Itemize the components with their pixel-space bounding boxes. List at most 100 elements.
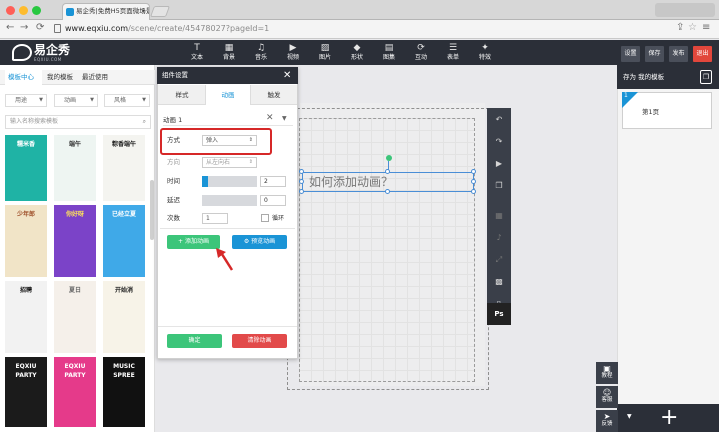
rotate-handle[interactable]	[386, 155, 392, 161]
table-icon[interactable]: ▩	[487, 271, 511, 293]
template-thumbnail[interactable]: 开始消	[103, 281, 145, 353]
time-label: 时间	[167, 177, 180, 185]
undo-icon[interactable]: ↶	[487, 109, 511, 131]
copy-icon[interactable]: ❐	[700, 70, 712, 84]
customer-service-button[interactable]: ☺ 客服	[596, 386, 618, 408]
tool-form-button[interactable]: ☰ 表单	[438, 42, 468, 62]
delete-animation-icon[interactable]: ✕	[266, 113, 274, 123]
resize-handle[interactable]	[299, 169, 304, 174]
publish-button[interactable]: 发布	[669, 46, 688, 62]
tab-style[interactable]: 样式	[159, 85, 205, 105]
tab-trigger[interactable]: 触发	[251, 85, 297, 105]
feedback-button[interactable]: ➤ 反馈	[596, 410, 618, 432]
back-icon[interactable]: ←	[6, 22, 14, 34]
resize-icon[interactable]: ⤢	[487, 249, 511, 271]
resize-handle[interactable]	[385, 189, 390, 194]
delay-slider[interactable]	[202, 195, 257, 206]
browser-profile[interactable]	[655, 3, 715, 17]
tool-interact-button[interactable]: ⟳ 互动	[406, 42, 436, 62]
template-thumbnail[interactable]: 少年郎	[5, 205, 47, 277]
tab-my-templates[interactable]: 我的模板	[47, 73, 73, 82]
tool-video-label: 视频	[286, 54, 299, 61]
tool-shape-button[interactable]: ◆ 形状	[342, 42, 372, 62]
resize-handle[interactable]	[471, 169, 476, 174]
search-icon[interactable]: ⌕	[143, 116, 146, 128]
template-thumbnail[interactable]: 夏日	[54, 281, 96, 353]
filter-animation-select[interactable]: 动画 ▼	[54, 94, 98, 107]
template-thumbnail[interactable]: 粽香端午	[103, 135, 145, 201]
maximize-window-button[interactable]	[32, 6, 41, 15]
mode-select[interactable]: 弹入 ⇕	[202, 135, 257, 146]
tool-image-button[interactable]: ▨ 图片	[310, 42, 340, 62]
tab-template-center[interactable]: 模板中心	[8, 73, 34, 82]
template-thumbnail[interactable]: EQXIU PARTY	[54, 357, 96, 427]
template-scrollbar[interactable]	[150, 180, 154, 240]
loop-label: 循环	[272, 215, 285, 222]
collapse-icon[interactable]: ▼	[282, 115, 287, 122]
count-input[interactable]: 1	[202, 213, 228, 224]
tool-music-button[interactable]: ♫ 音乐	[246, 42, 276, 62]
settings-button[interactable]: 设置	[621, 46, 640, 62]
address-path: /scene/create/45478027?pageId=1	[128, 24, 270, 33]
tool-video-button[interactable]: ▶ 视频	[278, 42, 308, 62]
delay-input[interactable]: 0	[260, 195, 286, 206]
tool-gallery-button[interactable]: ▤ 图集	[374, 42, 404, 62]
address-bar[interactable]: www.eqxiu.com/scene/create/45478027?page…	[65, 22, 269, 36]
add-animation-button[interactable]: + 添加动画	[167, 235, 220, 249]
template-thumbnail[interactable]: 糯米香	[5, 135, 47, 201]
resize-handle[interactable]	[471, 179, 476, 184]
resize-handle[interactable]	[471, 189, 476, 194]
play-icon[interactable]: ▶	[487, 153, 511, 175]
tab-close-icon[interactable]: ×	[141, 4, 146, 19]
tool-text-button[interactable]: T 文本	[182, 42, 212, 62]
filter-style-select[interactable]: 风格 ▼	[104, 94, 150, 107]
template-thumbnail[interactable]: 已经立夏	[103, 205, 145, 277]
chevron-down-icon[interactable]: ▼	[627, 413, 632, 420]
tab-animation[interactable]: 动画	[205, 85, 251, 105]
delay-label: 延迟	[167, 196, 180, 204]
loop-checkbox[interactable]	[261, 214, 269, 222]
clear-animation-button[interactable]: 清除动画	[232, 334, 287, 348]
time-slider[interactable]	[202, 176, 257, 187]
photoshop-import-button[interactable]: Ps	[487, 303, 511, 325]
browser-tab[interactable]: 易企秀|免费H5页面微场景制 ×	[62, 3, 150, 20]
resize-handle[interactable]	[299, 179, 304, 184]
template-thumbnail[interactable]: 你好呀	[54, 205, 96, 277]
reload-icon[interactable]: ⟳	[36, 22, 44, 34]
tool-gallery-label: 图集	[382, 54, 395, 61]
preview-animation-button[interactable]: ⚙ 预览动画	[232, 235, 287, 249]
share-icon[interactable]: ⇪	[676, 22, 684, 34]
time-input[interactable]: 2	[260, 176, 286, 187]
tutorial-button[interactable]: ▣ 教程	[596, 362, 618, 384]
tab-recent[interactable]: 最近使用	[82, 73, 108, 82]
exit-button[interactable]: 退出	[693, 46, 712, 62]
add-page-button[interactable]: +	[660, 405, 678, 431]
tool-effect-button[interactable]: ✦ 特效	[470, 42, 500, 62]
confirm-button[interactable]: 确定	[167, 334, 222, 348]
time-slider-thumb[interactable]	[202, 176, 208, 187]
customer-service-label: 客服	[601, 397, 613, 403]
template-thumbnail[interactable]: EQXIU PARTY	[5, 357, 47, 427]
bookmark-star-icon[interactable]: ☆	[688, 22, 697, 34]
template-thumbnail[interactable]: 招聘	[5, 281, 47, 353]
template-thumbnail[interactable]: 端午	[54, 135, 96, 201]
resize-handle[interactable]	[385, 169, 390, 174]
close-window-button[interactable]	[6, 6, 15, 15]
forward-icon[interactable]: →	[20, 22, 28, 34]
template-thumbnail[interactable]: MUSIC SPREE	[103, 357, 145, 427]
tool-background-button[interactable]: ▦ 背景	[214, 42, 244, 62]
copy-icon[interactable]: ❐	[487, 175, 511, 197]
grid-icon[interactable]: ▦	[487, 205, 511, 227]
menu-icon[interactable]: ≡	[702, 22, 710, 34]
minimize-window-button[interactable]	[19, 6, 28, 15]
save-button[interactable]: 保存	[645, 46, 664, 62]
redo-icon[interactable]: ↷	[487, 131, 511, 153]
dialog-close-icon[interactable]: ✕	[283, 67, 291, 84]
filter-usage-select[interactable]: 用途 ▼	[5, 94, 47, 107]
chevron-down-icon: ▼	[90, 97, 94, 103]
template-search-input[interactable]: 输入名称搜索模板 ⌕	[5, 115, 151, 129]
resize-handle[interactable]	[299, 189, 304, 194]
audio-icon[interactable]: ♪	[487, 227, 511, 249]
direction-select[interactable]: 从左向右 ⇕	[202, 157, 257, 168]
text-icon: T	[194, 43, 200, 53]
